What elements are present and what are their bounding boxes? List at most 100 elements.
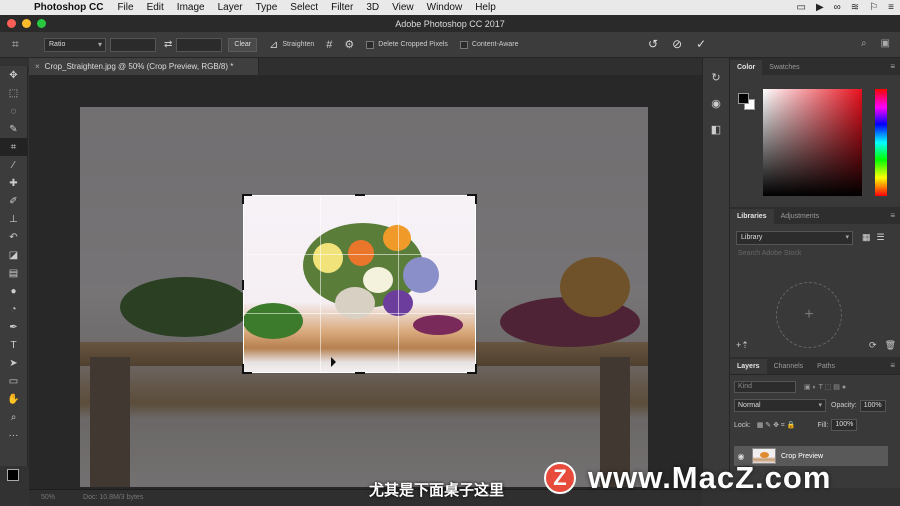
menu-app-name[interactable]: Photoshop CC — [34, 2, 103, 13]
tab-paths[interactable]: Paths — [810, 359, 842, 374]
type-tool-icon[interactable]: T — [0, 336, 27, 354]
adjust-icon[interactable]: ◧ — [703, 118, 729, 140]
menu-help[interactable]: Help — [475, 2, 496, 13]
path-select-tool-icon[interactable]: ➤ — [0, 354, 27, 372]
display-icon[interactable]: ▭ — [797, 2, 806, 13]
crop-tool-preset-icon[interactable]: ⌗ — [12, 37, 34, 52]
gradient-tool-icon[interactable]: ▤ — [0, 264, 27, 282]
crop-handle-top-right-v[interactable] — [475, 194, 477, 204]
cancel-icon[interactable]: ⊘ — [672, 37, 682, 51]
hue-slider[interactable] — [875, 89, 887, 196]
shape-tool-icon[interactable]: ▭ — [0, 372, 27, 390]
move-tool-icon[interactable]: ✥ — [0, 66, 27, 84]
reset-icon[interactable]: ↺ — [648, 37, 658, 51]
menu-file[interactable]: File — [117, 2, 133, 13]
eyedropper-tool-icon[interactable]: ⁄ — [0, 156, 27, 174]
zoom-level[interactable]: 50% — [41, 494, 55, 506]
grid-view-icon[interactable]: ▦ — [862, 232, 871, 243]
more-tools-icon[interactable]: ··· — [0, 426, 27, 444]
swap-icon[interactable]: ⇄ — [164, 39, 172, 50]
tab-color[interactable]: Color — [730, 60, 763, 75]
zoom-tool-icon[interactable]: ⌕ — [0, 408, 27, 426]
pen-tool-icon[interactable]: ✒ — [0, 318, 27, 336]
content-aware-checkbox[interactable] — [459, 40, 468, 49]
tab-layers[interactable]: Layers — [730, 359, 767, 374]
menu-layer[interactable]: Layer — [218, 2, 243, 13]
crop-handle-bottom[interactable] — [355, 372, 365, 374]
overlay-grid-icon[interactable]: # — [326, 39, 332, 51]
menu-image[interactable]: Image — [177, 2, 205, 13]
close-tab-icon[interactable]: × — [35, 62, 40, 71]
menu-select[interactable]: Select — [290, 2, 318, 13]
history-icon[interactable]: ↻ — [703, 66, 729, 88]
menu-view[interactable]: View — [392, 2, 414, 13]
color-picker-field[interactable] — [763, 89, 862, 196]
straighten-icon[interactable]: ⊿ — [269, 38, 278, 51]
panel-menu-icon[interactable]: ≡ — [890, 62, 895, 71]
panel-menu-icon[interactable]: ≡ — [890, 361, 895, 370]
opacity-input[interactable]: 100% — [859, 399, 886, 412]
quick-select-tool-icon[interactable]: ✎ — [0, 120, 27, 138]
upload-icon[interactable]: ⇡ — [741, 340, 749, 351]
trash-icon[interactable]: 🗑 — [885, 340, 896, 351]
sync-icon[interactable]: ⟳ — [869, 340, 877, 351]
lasso-tool-icon[interactable]: ◌ — [0, 102, 27, 120]
crop-handle-bottom-right-v[interactable] — [475, 364, 477, 374]
stamp-tool-icon[interactable]: ⊥ — [0, 210, 27, 228]
document-tab[interactable]: × Crop_Straighten.jpg @ 50% (Crop Preview… — [29, 58, 259, 75]
blend-mode-select[interactable]: Normal — [734, 399, 826, 412]
tab-swatches[interactable]: Swatches — [762, 60, 806, 75]
brush-tool-icon[interactable]: ✐ — [0, 192, 27, 210]
video-icon[interactable]: ▶ — [816, 2, 824, 13]
delete-cropped-checkbox[interactable] — [366, 40, 375, 49]
search-icon[interactable]: ⌕ — [861, 38, 867, 49]
hand-tool-icon[interactable]: ✋ — [0, 390, 27, 408]
fill-input[interactable]: 100% — [831, 419, 858, 431]
eraser-tool-icon[interactable]: ◪ — [0, 246, 27, 264]
panel-menu-icon[interactable]: ≡ — [890, 211, 895, 220]
filter-icons[interactable]: ▣ ◐ T ⬚ ▤ ● — [804, 383, 846, 391]
gear-icon[interactable]: ⚙ — [344, 38, 354, 51]
tab-adjustments[interactable]: Adjustments — [774, 209, 827, 224]
tab-channels[interactable]: Channels — [767, 359, 811, 374]
crop-handle-left[interactable] — [242, 280, 244, 290]
ratio-width-input[interactable] — [110, 37, 156, 52]
crop-handle-bottom-left-v[interactable] — [242, 364, 244, 374]
crop-box[interactable] — [242, 194, 477, 374]
properties-icon[interactable]: ◉ — [703, 92, 729, 114]
crop-handle-top[interactable] — [355, 194, 365, 196]
blur-tool-icon[interactable]: ● — [0, 282, 27, 300]
menu-icon[interactable]: ≡ — [888, 2, 894, 13]
straighten-label[interactable]: Straighten — [282, 41, 314, 48]
marquee-tool-icon[interactable]: ⬚ — [0, 84, 27, 102]
library-select[interactable]: Library — [736, 231, 853, 245]
ratio-select[interactable]: Ratio — [44, 37, 106, 52]
healing-tool-icon[interactable]: ✚ — [0, 174, 27, 192]
crop-handle-top-left-v[interactable] — [242, 194, 244, 204]
lock-icons[interactable]: ▦ ✎ ✥ ⌗ 🔒 — [757, 421, 796, 430]
clear-button[interactable]: Clear — [228, 37, 258, 52]
tab-libraries[interactable]: Libraries — [730, 209, 774, 224]
library-search-input[interactable]: Search Adobe Stock — [736, 250, 896, 262]
menu-filter[interactable]: Filter — [331, 2, 353, 13]
crop-handle-right[interactable] — [475, 280, 477, 290]
ratio-height-input[interactable] — [176, 37, 223, 52]
history-brush-tool-icon[interactable]: ↶ — [0, 228, 27, 246]
library-add-icon[interactable]: + — [776, 282, 842, 348]
wifi-icon[interactable]: ≋ — [851, 2, 859, 13]
menu-edit[interactable]: Edit — [147, 2, 164, 13]
workspace-icon[interactable]: ▣ — [881, 38, 890, 49]
list-view-icon[interactable]: ☰ — [877, 232, 885, 243]
commit-icon[interactable]: ✓ — [696, 37, 706, 51]
menu-type[interactable]: Type — [256, 2, 278, 13]
canvas-area[interactable] — [29, 75, 702, 489]
creative-cloud-icon[interactable]: ∞ — [834, 2, 841, 13]
menu-3d[interactable]: 3D — [366, 2, 379, 13]
document-canvas[interactable] — [80, 107, 648, 487]
foreground-swatch[interactable] — [738, 93, 749, 104]
bell-icon[interactable]: ⚐ — [869, 2, 878, 13]
menu-window[interactable]: Window — [427, 2, 463, 13]
dodge-tool-icon[interactable]: ◔ — [0, 300, 27, 318]
crop-tool-icon[interactable]: ⌗ — [0, 138, 27, 156]
layer-kind-filter[interactable]: Kind — [734, 381, 796, 393]
